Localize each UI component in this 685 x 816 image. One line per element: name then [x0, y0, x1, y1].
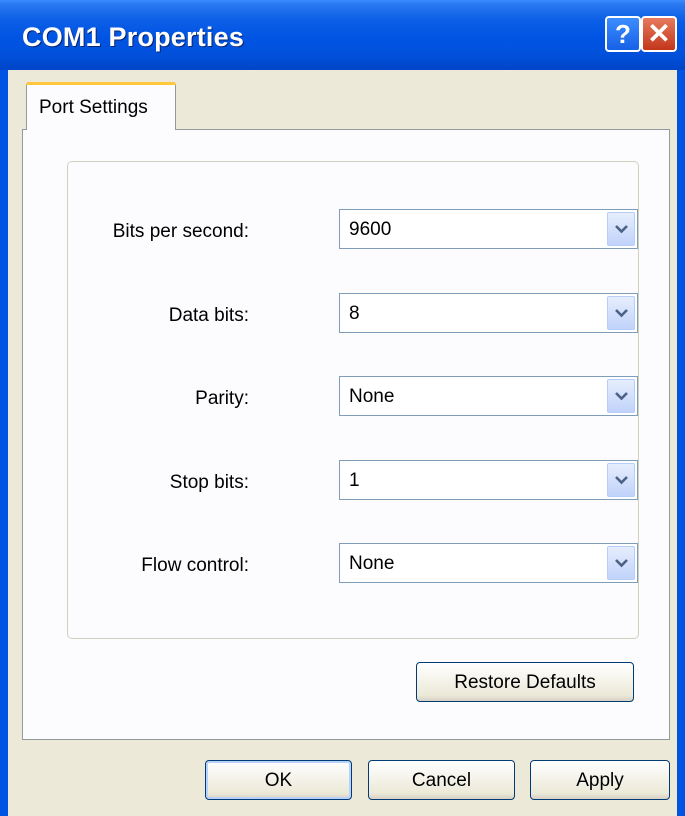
- title-bar[interactable]: COM1 Properties ? ✕: [0, 0, 685, 70]
- bits-per-second-value: 9600: [349, 219, 392, 240]
- port-settings-panel: Bits per second: 9600 Data bits: 8 Parit…: [22, 129, 670, 740]
- apply-button[interactable]: Apply: [530, 760, 670, 800]
- chevron-down-icon[interactable]: [607, 296, 635, 330]
- tab-port-settings[interactable]: Port Settings: [26, 82, 176, 130]
- stop-bits-label: Stop bits:: [169, 472, 249, 493]
- flow-control-select[interactable]: None: [339, 543, 638, 583]
- dialog-body: Port Settings Bits per second: 9600 Data…: [8, 70, 677, 816]
- properties-window: COM1 Properties ? ✕ Port Settings Bits p…: [0, 0, 685, 816]
- window-title: COM1 Properties: [22, 22, 245, 52]
- data-bits-label: Data bits:: [168, 305, 249, 326]
- data-bits-value: 8: [349, 303, 360, 324]
- cancel-button[interactable]: Cancel: [368, 760, 515, 800]
- parity-select[interactable]: None: [339, 376, 638, 416]
- flow-control-value: None: [349, 553, 395, 574]
- parity-value: None: [349, 386, 395, 407]
- chevron-down-icon[interactable]: [607, 546, 635, 580]
- stop-bits-select[interactable]: 1: [339, 460, 638, 500]
- stop-bits-value: 1: [349, 470, 360, 491]
- chevron-down-icon[interactable]: [607, 212, 635, 246]
- help-icon[interactable]: ?: [605, 16, 641, 52]
- parity-label: Parity:: [195, 388, 249, 409]
- bits-per-second-label: Bits per second:: [112, 221, 249, 242]
- chevron-down-icon[interactable]: [607, 379, 635, 413]
- restore-defaults-button[interactable]: Restore Defaults: [416, 662, 634, 702]
- settings-group: Bits per second: 9600 Data bits: 8 Parit…: [67, 161, 639, 639]
- chevron-down-icon[interactable]: [607, 463, 635, 497]
- ok-button[interactable]: OK: [205, 760, 352, 800]
- bits-per-second-select[interactable]: 9600: [339, 209, 638, 249]
- close-icon[interactable]: ✕: [641, 16, 677, 52]
- data-bits-select[interactable]: 8: [339, 293, 638, 333]
- flow-control-label: Flow control:: [141, 555, 249, 576]
- tab-label: Port Settings: [39, 97, 148, 118]
